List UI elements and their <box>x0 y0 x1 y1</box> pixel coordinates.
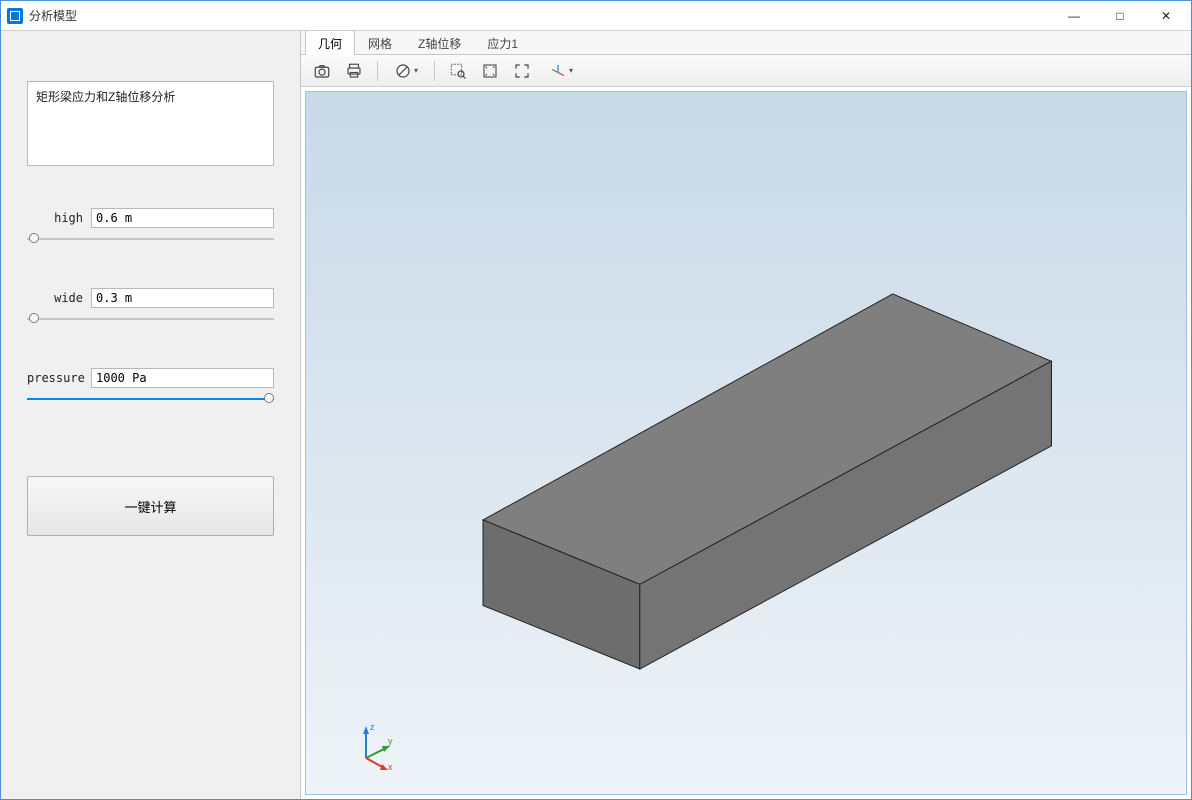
slider-thumb[interactable] <box>29 313 39 323</box>
slider-track <box>27 318 274 320</box>
toolbar-separator <box>377 61 378 81</box>
tab-Z轴位移[interactable]: Z轴位移 <box>405 30 474 55</box>
fit-view-button[interactable] <box>507 58 537 84</box>
zoom-box-icon <box>449 62 467 80</box>
slider-track <box>27 238 274 240</box>
slider-track <box>27 398 274 400</box>
tab-几何[interactable]: 几何 <box>305 30 355 55</box>
no-symbol-icon <box>394 62 412 80</box>
slider-thumb[interactable] <box>29 233 39 243</box>
body: 矩形梁应力和Z轴位移分析 high wide pressure <box>1 31 1191 799</box>
param-slider-wide[interactable] <box>27 312 274 326</box>
param-row: pressure <box>27 368 274 388</box>
zoom-extents-button[interactable] <box>475 58 505 84</box>
minimize-button[interactable]: — <box>1051 1 1097 31</box>
minimize-icon: — <box>1068 9 1080 23</box>
app-icon <box>7 8 23 24</box>
axis-z-label: z <box>370 722 375 732</box>
param-label-wide: wide <box>27 291 87 305</box>
screenshot-button[interactable] <box>307 58 337 84</box>
param-row: wide <box>27 288 274 308</box>
param-slider-pressure[interactable] <box>27 392 274 406</box>
zoom-extents-icon <box>481 62 499 80</box>
toolbar: ▾ ▾ <box>301 55 1191 87</box>
window-title: 分析模型 <box>29 7 77 24</box>
close-button[interactable]: ✕ <box>1143 1 1189 31</box>
print-button[interactable] <box>339 58 369 84</box>
params-container: high wide pressure <box>27 166 274 406</box>
axis-x-label: x <box>388 762 393 772</box>
param-label-high: high <box>27 211 87 225</box>
transparency-button[interactable]: ▾ <box>386 58 426 84</box>
compute-button-label: 一键计算 <box>124 500 176 515</box>
app-window: 分析模型 — □ ✕ 矩形梁应力和Z轴位移分析 high wide <box>0 0 1192 800</box>
fit-icon <box>513 62 531 80</box>
tab-应力1[interactable]: 应力1 <box>474 30 531 55</box>
window-controls: — □ ✕ <box>1051 1 1189 31</box>
param-input-high[interactable] <box>91 208 274 228</box>
beam-3d-render <box>306 92 1186 794</box>
axis-gizmo: z y x <box>344 716 404 776</box>
chevron-down-icon: ▾ <box>569 66 573 75</box>
titlebar: 分析模型 — □ ✕ <box>1 1 1191 31</box>
sidebar: 矩形梁应力和Z轴位移分析 high wide pressure <box>1 31 301 799</box>
zoom-box-button[interactable] <box>443 58 473 84</box>
param-row: high <box>27 208 274 228</box>
tabstrip: 几何网格Z轴位移应力1 <box>301 31 1191 55</box>
param-slider-high[interactable] <box>27 232 274 246</box>
param-group-wide: wide <box>27 288 274 326</box>
axis-y-label: y <box>388 736 393 746</box>
param-input-pressure[interactable] <box>91 368 274 388</box>
main-panel: 几何网格Z轴位移应力1 ▾ <box>301 31 1191 799</box>
toolbar-separator <box>434 61 435 81</box>
titlebar-left: 分析模型 <box>7 7 77 24</box>
tab-网格[interactable]: 网格 <box>355 30 405 55</box>
close-icon: ✕ <box>1161 9 1171 23</box>
camera-icon <box>313 62 331 80</box>
param-label-pressure: pressure <box>27 371 87 385</box>
compute-button[interactable]: 一键计算 <box>27 476 274 536</box>
param-group-pressure: pressure <box>27 368 274 406</box>
param-input-wide[interactable] <box>91 288 274 308</box>
maximize-icon: □ <box>1116 9 1123 23</box>
param-group-high: high <box>27 208 274 246</box>
description-text: 矩形梁应力和Z轴位移分析 <box>36 90 175 104</box>
viewport-3d[interactable]: z y x <box>305 91 1187 795</box>
slider-thumb[interactable] <box>264 393 274 403</box>
maximize-button[interactable]: □ <box>1097 1 1143 31</box>
print-icon <box>345 62 363 80</box>
axis-view-button[interactable]: ▾ <box>539 58 583 84</box>
chevron-down-icon: ▾ <box>414 66 418 75</box>
description-box: 矩形梁应力和Z轴位移分析 <box>27 81 274 166</box>
axis-icon <box>549 62 567 80</box>
